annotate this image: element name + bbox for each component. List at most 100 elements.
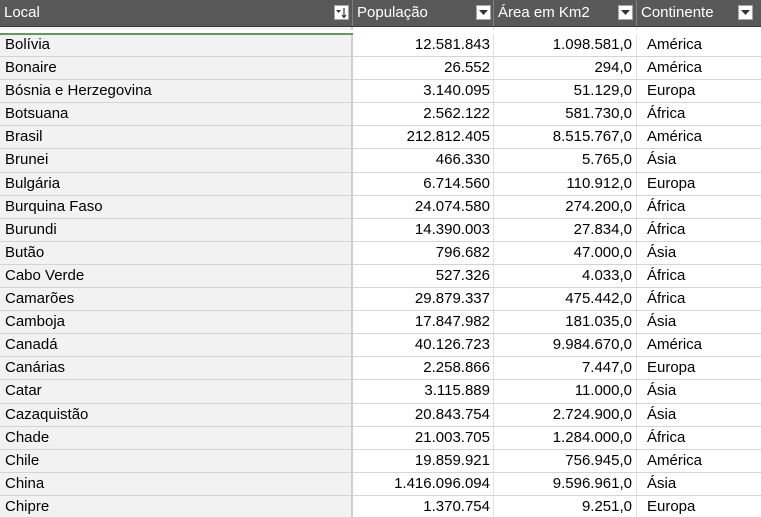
cell-continente[interactable]: Ásia xyxy=(637,473,761,495)
cell-populacao[interactable]: 14.390.003 xyxy=(353,218,494,241)
header-continente[interactable]: Continente xyxy=(637,0,761,26)
cell-local[interactable]: Cazaquistão xyxy=(0,403,353,426)
cell-continente[interactable]: América xyxy=(637,334,761,356)
table-row[interactable]: Catar 3.115.889 11.000,0 Ásia xyxy=(0,380,761,404)
cell-local[interactable]: Bonaire xyxy=(0,57,353,80)
cell-local[interactable]: Camarões xyxy=(0,288,353,311)
cell-populacao[interactable]: 40.126.723 xyxy=(353,334,494,357)
cell-local[interactable]: Botsuana xyxy=(0,103,353,126)
cell-area[interactable]: 181.035,0 xyxy=(494,311,637,334)
cell-local[interactable]: Catar xyxy=(0,380,353,403)
cell-populacao[interactable]: 3.115.889 xyxy=(353,380,494,403)
table-row[interactable]: Chipre 1.370.754 9.251,0 Europa xyxy=(0,495,761,517)
table-row[interactable]: Chade 21.003.705 1.284.000,0 África xyxy=(0,426,761,450)
table-row[interactable]: Canárias 2.258.866 7.447,0 Europa xyxy=(0,357,761,381)
cell-area[interactable]: 4.033,0 xyxy=(494,264,637,288)
cell-continente[interactable]: Europa xyxy=(637,173,761,195)
cell-continente[interactable]: América xyxy=(637,34,761,56)
cell-populacao[interactable]: 6.714.560 xyxy=(353,172,494,195)
table-row[interactable]: Cabo Verde 527.326 4.033,0 África xyxy=(0,264,761,289)
table-row[interactable]: Botsuana 2.562.122 581.730,0 África xyxy=(0,103,761,127)
cell-area[interactable]: 294,0 xyxy=(494,57,637,80)
table-row[interactable]: Cazaquistão 20.843.754 2.724.900,0 Ásia xyxy=(0,403,761,427)
table-row[interactable]: Butão 796.682 47.000,0 Ásia xyxy=(0,241,761,265)
filter-dropdown-icon[interactable] xyxy=(738,5,753,20)
cell-continente[interactable]: Europa xyxy=(637,496,761,517)
filter-dropdown-icon[interactable] xyxy=(618,5,633,20)
table-row[interactable]: Brasil 212.812.405 8.515.767,0 América xyxy=(0,126,761,150)
cell-area[interactable]: 581.730,0 xyxy=(494,103,637,126)
cell-populacao[interactable]: 1.416.096.094 xyxy=(353,472,494,495)
cell-area[interactable]: 756.945,0 xyxy=(494,449,637,472)
cell-populacao[interactable]: 24.074.580 xyxy=(353,195,494,218)
cell-populacao[interactable]: 12.581.843 xyxy=(353,34,494,57)
cell-area[interactable]: 9.251,0 xyxy=(494,495,637,517)
cell-local[interactable]: China xyxy=(0,472,353,495)
cell-continente[interactable]: América xyxy=(637,57,761,79)
cell-area[interactable]: 5.765,0 xyxy=(494,149,637,172)
cell-populacao[interactable]: 20.843.754 xyxy=(353,403,494,426)
table-row[interactable]: Chile 19.859.921 756.945,0 América xyxy=(0,449,761,473)
filter-dropdown-icon[interactable] xyxy=(476,5,491,20)
cell-local[interactable]: Bulgária xyxy=(0,172,353,195)
cell-continente[interactable]: América xyxy=(637,450,761,472)
table-row[interactable]: Canadá 40.126.723 9.984.670,0 América xyxy=(0,334,761,358)
cell-local[interactable]: Brasil xyxy=(0,126,353,149)
cell-area[interactable]: 9.596.961,0 xyxy=(494,472,637,495)
cell-local[interactable]: Bósnia e Herzegovina xyxy=(0,80,353,103)
cell-area[interactable]: 1.098.581,0 xyxy=(494,34,637,57)
cell-area[interactable]: 51.129,0 xyxy=(494,80,637,103)
cell-continente[interactable]: África xyxy=(637,265,761,287)
cell-populacao[interactable]: 2.258.866 xyxy=(353,357,494,380)
cell-populacao[interactable]: 1.370.754 xyxy=(353,495,494,517)
cell-local[interactable]: Canárias xyxy=(0,357,353,380)
cell-continente[interactable]: Ásia xyxy=(637,404,761,426)
cell-continente[interactable]: Ásia xyxy=(637,242,761,264)
header-area[interactable]: Área em Km2 xyxy=(494,0,637,26)
cell-area[interactable]: 274.200,0 xyxy=(494,195,637,218)
cell-populacao[interactable]: 3.140.095 xyxy=(353,80,494,103)
cell-populacao[interactable]: 17.847.982 xyxy=(353,311,494,334)
cell-local[interactable]: Brunei xyxy=(0,149,353,172)
table-row[interactable]: Burundi 14.390.003 27.834,0 África xyxy=(0,218,761,242)
cell-continente[interactable]: Ásia xyxy=(637,311,761,333)
cell-populacao[interactable]: 796.682 xyxy=(353,241,494,264)
cell-continente[interactable]: Europa xyxy=(637,80,761,102)
cell-populacao[interactable]: 26.552 xyxy=(353,57,494,80)
cell-continente[interactable]: América xyxy=(637,126,761,148)
cell-populacao[interactable]: 212.812.405 xyxy=(353,126,494,149)
cell-populacao[interactable]: 21.003.705 xyxy=(353,426,494,449)
cell-populacao[interactable]: 466.330 xyxy=(353,149,494,172)
cell-area[interactable]: 47.000,0 xyxy=(494,241,637,264)
cell-continente[interactable]: Europa xyxy=(637,357,761,379)
cell-local[interactable]: Chipre xyxy=(0,495,353,517)
cell-continente[interactable]: África xyxy=(637,196,761,218)
cell-local[interactable]: Burquina Faso xyxy=(0,195,353,218)
cell-continente[interactable]: Ásia xyxy=(637,149,761,171)
cell-area[interactable]: 27.834,0 xyxy=(494,218,637,241)
cell-area[interactable]: 2.724.900,0 xyxy=(494,403,637,426)
cell-area[interactable]: 7.447,0 xyxy=(494,357,637,380)
table-row[interactable]: Bulgária 6.714.560 110.912,0 Europa xyxy=(0,172,761,196)
cell-continente[interactable]: África xyxy=(637,103,761,125)
table-row[interactable]: China 1.416.096.094 9.596.961,0 Ásia xyxy=(0,472,761,496)
header-local[interactable]: Local xyxy=(0,0,353,26)
cell-area[interactable]: 11.000,0 xyxy=(494,380,637,403)
cell-local[interactable]: Camboja xyxy=(0,311,353,334)
cell-populacao[interactable]: 29.879.337 xyxy=(353,288,494,311)
cell-local[interactable]: Chade xyxy=(0,426,353,449)
table-row[interactable]: Bonaire 26.552 294,0 América xyxy=(0,57,761,81)
cell-continente[interactable]: África xyxy=(637,219,761,241)
cell-area[interactable]: 110.912,0 xyxy=(494,172,637,195)
table-row[interactable]: Brunei 466.330 5.765,0 Ásia xyxy=(0,149,761,173)
cell-continente[interactable]: África xyxy=(637,288,761,310)
cell-continente[interactable]: Ásia xyxy=(637,380,761,402)
cell-area[interactable]: 9.984.670,0 xyxy=(494,334,637,357)
cell-continente[interactable]: África xyxy=(637,427,761,449)
cell-populacao[interactable]: 527.326 xyxy=(353,264,494,288)
cell-populacao[interactable]: 19.859.921 xyxy=(353,449,494,472)
table-row[interactable]: Burquina Faso 24.074.580 274.200,0 África xyxy=(0,195,761,219)
filter-sort-icon[interactable] xyxy=(334,5,349,20)
cell-populacao[interactable]: 2.562.122 xyxy=(353,103,494,126)
table-row[interactable]: Bósnia e Herzegovina 3.140.095 51.129,0 Eur… xyxy=(0,80,761,104)
